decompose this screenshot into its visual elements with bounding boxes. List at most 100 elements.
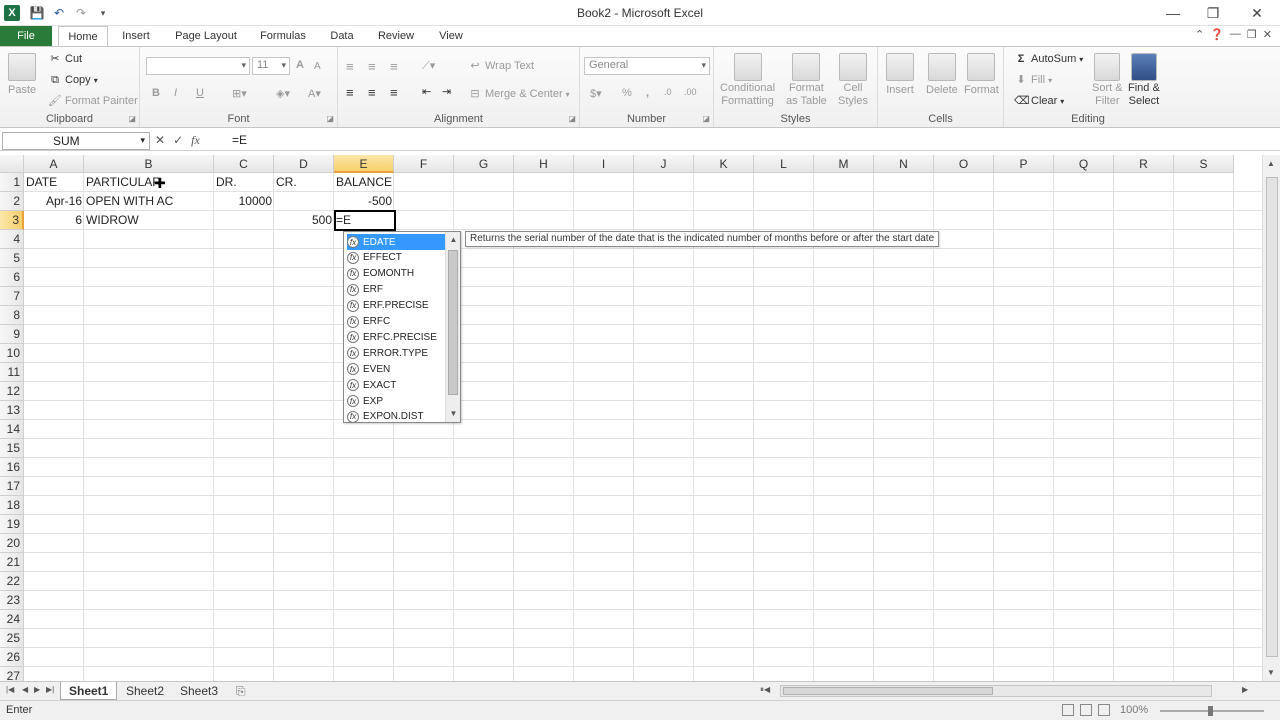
vertical-scroll-thumb[interactable]: [1266, 177, 1278, 657]
row-header-21[interactable]: 21: [0, 553, 24, 572]
sheet-tab-sheet1[interactable]: Sheet1: [60, 682, 118, 700]
row-header-19[interactable]: 19: [0, 515, 24, 534]
scroll-up-icon[interactable]: ▲: [446, 233, 461, 247]
cell-E3[interactable]: =E: [334, 211, 394, 230]
formula-input[interactable]: =E: [232, 133, 247, 147]
row-header-12[interactable]: 12: [0, 382, 24, 401]
dialog-launcher-icon[interactable]: ◪: [568, 114, 576, 123]
tab-home[interactable]: Home: [58, 26, 108, 47]
clear-button[interactable]: ⌫ Clear ▾: [1014, 94, 1064, 108]
underline-button[interactable]: U: [196, 87, 204, 99]
scroll-down-icon[interactable]: ▼: [1267, 668, 1275, 677]
increase-indent-icon[interactable]: ⇥: [442, 85, 451, 98]
tab-file[interactable]: File: [0, 26, 52, 46]
row-header-18[interactable]: 18: [0, 496, 24, 515]
column-header-d[interactable]: D: [274, 155, 334, 173]
row-header-16[interactable]: 16: [0, 458, 24, 477]
row-header-13[interactable]: 13: [0, 401, 24, 420]
merge-center-button[interactable]: ⊟ Merge & Center ▾: [468, 87, 569, 101]
column-header-j[interactable]: J: [634, 155, 694, 173]
column-header-c[interactable]: C: [214, 155, 274, 173]
autocomplete-item[interactable]: fx EOMONTH: [347, 266, 445, 282]
select-all-corner[interactable]: [0, 155, 24, 173]
scroll-up-icon[interactable]: ▲: [1267, 159, 1275, 168]
minimize-button[interactable]: —: [1160, 4, 1186, 22]
row-header-26[interactable]: 26: [0, 648, 24, 667]
row-header-10[interactable]: 10: [0, 344, 24, 363]
prev-sheet-icon[interactable]: ◀: [22, 685, 28, 694]
help-icon[interactable]: ❓: [1210, 28, 1224, 41]
find-select-button[interactable]: Find & Select: [1128, 53, 1160, 107]
align-bottom-icon[interactable]: ≡: [390, 59, 398, 74]
conditional-formatting-button[interactable]: Conditional Formatting: [720, 53, 775, 107]
autocomplete-item[interactable]: fx EXACT: [347, 377, 445, 393]
autocomplete-item[interactable]: fx ERF: [347, 282, 445, 298]
cell-B2[interactable]: OPEN WITH AC: [84, 192, 214, 211]
sort-filter-button[interactable]: Sort & Filter: [1092, 53, 1123, 107]
delete-cells-button[interactable]: Delete: [926, 53, 958, 96]
cell-E1[interactable]: BALANCE: [334, 173, 394, 192]
insert-sheet-icon[interactable]: ⎘: [228, 682, 254, 700]
font-size-combo[interactable]: 11 ▾: [252, 57, 290, 75]
autocomplete-item[interactable]: fx EXP: [347, 393, 445, 409]
autocomplete-item[interactable]: fx EDATE: [347, 234, 445, 250]
comma-button[interactable]: ,: [646, 87, 649, 99]
align-center-icon[interactable]: ≡: [368, 85, 376, 100]
tab-formulas[interactable]: Formulas: [254, 26, 312, 46]
column-header-a[interactable]: A: [24, 155, 84, 173]
column-header-f[interactable]: F: [394, 155, 454, 173]
increase-decimal-button[interactable]: .0: [664, 87, 672, 97]
close-button[interactable]: ✕: [1244, 4, 1270, 22]
number-format-combo[interactable]: General ▾: [584, 57, 710, 75]
wrap-text-button[interactable]: ↩ Wrap Text: [468, 59, 534, 73]
copy-button[interactable]: ⧉ Copy ▾: [48, 73, 98, 87]
autocomplete-item[interactable]: fx ERFC: [347, 314, 445, 330]
collapse-ribbon-icon[interactable]: ⌃: [1195, 28, 1204, 41]
autocomplete-scrollbar[interactable]: ▲ ▼: [445, 232, 460, 422]
column-header-q[interactable]: Q: [1054, 155, 1114, 173]
dialog-launcher-icon[interactable]: ◪: [128, 114, 136, 123]
insert-function-icon[interactable]: fx: [191, 133, 200, 148]
next-sheet-icon[interactable]: ▶: [34, 685, 40, 694]
fill-button[interactable]: ⬇ Fill ▾: [1014, 73, 1052, 87]
name-box[interactable]: SUM ▾: [2, 132, 150, 150]
row-header-4[interactable]: 4: [0, 230, 24, 249]
grow-font-button[interactable]: A: [296, 59, 304, 71]
dialog-launcher-icon[interactable]: ◪: [326, 114, 334, 123]
autocomplete-item[interactable]: fx ERFC.PRECISE: [347, 329, 445, 345]
column-header-h[interactable]: H: [514, 155, 574, 173]
zoom-level[interactable]: 100%: [1120, 704, 1148, 716]
cell-B3[interactable]: WIDROW: [84, 211, 214, 230]
page-layout-view-icon[interactable]: [1080, 704, 1092, 716]
font-color-icon[interactable]: A▾: [308, 87, 321, 100]
cell-D3[interactable]: 500: [274, 211, 334, 230]
sheet-tab-sheet3[interactable]: Sheet3: [172, 682, 226, 700]
enter-formula-icon[interactable]: ✓: [173, 133, 183, 148]
cut-button[interactable]: ✂ Cut: [48, 52, 82, 66]
autosum-button[interactable]: Σ AutoSum ▾: [1014, 52, 1084, 66]
row-header-15[interactable]: 15: [0, 439, 24, 458]
last-sheet-icon[interactable]: ▶|: [46, 685, 54, 694]
row-header-23[interactable]: 23: [0, 591, 24, 610]
dialog-launcher-icon[interactable]: ◪: [702, 114, 710, 123]
row-header-14[interactable]: 14: [0, 420, 24, 439]
cancel-formula-icon[interactable]: ✕: [155, 133, 165, 148]
sheet-tab-sheet2[interactable]: Sheet2: [118, 682, 172, 700]
tab-view[interactable]: View: [432, 26, 470, 46]
column-header-b[interactable]: B: [84, 155, 214, 173]
column-header-g[interactable]: G: [454, 155, 514, 173]
autocomplete-item[interactable]: fx EXPON.DIST: [347, 409, 445, 425]
currency-icon[interactable]: $▾: [590, 87, 602, 100]
row-header-9[interactable]: 9: [0, 325, 24, 344]
row-header-1[interactable]: 1: [0, 173, 24, 192]
cell-B1[interactable]: PARTICULAR: [84, 173, 214, 192]
autocomplete-item[interactable]: fx ERF.PRECISE: [347, 298, 445, 314]
autocomplete-item[interactable]: fx EVEN: [347, 361, 445, 377]
percent-button[interactable]: %: [622, 87, 632, 99]
wb-restore-icon[interactable]: ❐: [1247, 28, 1257, 41]
column-header-i[interactable]: I: [574, 155, 634, 173]
column-header-m[interactable]: M: [814, 155, 874, 173]
page-break-view-icon[interactable]: [1098, 704, 1110, 716]
autocomplete-item[interactable]: fx ERROR.TYPE: [347, 345, 445, 361]
restore-button[interactable]: ❐: [1200, 4, 1226, 22]
